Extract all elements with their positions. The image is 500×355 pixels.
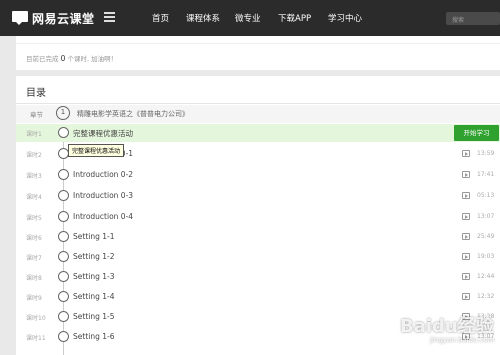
lesson-row[interactable]: 课时1 完整课程优惠活动 开始学习 [16,124,500,142]
chapter-label: 章节 [30,111,43,119]
lesson-row[interactable]: 课时7 Setting 1-2 19:03 [16,248,500,266]
chapter-number-badge: 1 [56,106,70,120]
lesson-row[interactable]: 课时6 Setting 1-1 25:49 [16,228,500,246]
lesson-number: 课时5 [26,215,42,222]
nav-course-system[interactable]: 课程体系 [186,12,220,24]
lesson-row[interactable]: 课时8 Setting 1-3 12:44 [16,268,500,286]
lesson-number: 课时4 [26,194,42,201]
search-input[interactable]: 搜索 [446,12,500,25]
progress-panel: 目前已完成 0 个课时, 加油啊！ [16,36,500,70]
lesson-status-circle-icon [58,231,69,242]
lesson-duration: 19:03 [477,253,495,260]
progress-text: 目前已完成 0 个课时, 加油啊！ [26,53,117,63]
progress-prefix: 目前已完成 [26,55,59,63]
watermark-url: jingyan.baidu.com [430,336,495,344]
directory-divider [16,103,500,104]
video-icon [462,192,470,199]
lesson-duration: 13:59 [477,150,495,157]
lesson-status-circle-icon [58,211,69,222]
lesson-number: 课时7 [26,255,42,262]
lesson-status-circle-icon [58,251,69,262]
lesson-number: 课时6 [26,235,42,242]
top-nav-bar: 网易云课堂 首页 课程体系 微专业 下载APP 学习中心 搜索 [0,0,500,36]
lesson-title[interactable]: Setting 1-1 [73,232,115,241]
nav-micro-major[interactable]: 微专业 [235,12,261,24]
lesson-title[interactable]: Setting 1-6 [73,332,115,341]
lesson-status-circle-icon [58,311,69,322]
lesson-title[interactable]: Introduction 0-4 [73,212,133,221]
start-learning-button[interactable]: 开始学习 [454,125,499,141]
watermark-logo: Baidu经验 [400,316,494,337]
lesson-status-circle-icon [58,271,69,282]
video-icon [462,233,470,240]
nav-learning-center[interactable]: 学习中心 [328,12,362,24]
lesson-row[interactable]: 课时3 Introduction 0-2 17:41 [16,166,500,184]
menu-icon[interactable] [104,12,115,22]
lesson-status-circle-icon [58,169,69,180]
lesson-status-circle-icon [58,190,69,201]
lesson-status-circle-icon [58,331,69,342]
baidu-watermark: Baidu经验 jingyan.baidu.com [400,312,496,352]
logo[interactable]: 网易云课堂 [12,9,95,27]
lesson-number: 课时3 [26,173,42,180]
lesson-title[interactable]: Setting 1-4 [73,292,115,301]
lesson-status-circle-icon [58,291,69,302]
nav-home[interactable]: 首页 [152,12,169,24]
directory-title: 目录 [26,88,46,99]
lesson-number: 课时11 [26,335,46,342]
panel-divider [16,36,500,44]
lesson-number: 课时9 [26,295,42,302]
lesson-title[interactable]: Setting 1-5 [73,312,115,321]
lesson-title[interactable]: Introduction 0-3 [73,191,133,200]
progress-suffix: 个课时, 加油啊！ [67,55,118,63]
video-icon [462,171,470,178]
lesson-duration: 13:07 [477,213,495,220]
tooltip: 完整课程优惠活动 [68,144,125,157]
lesson-status-circle-icon [58,127,69,138]
nav-download-app[interactable]: 下载APP [278,12,311,24]
progress-count: 0 [60,54,66,63]
video-icon [462,293,470,300]
logo-icon [12,11,28,25]
lesson-duration: 25:49 [477,233,495,240]
lesson-duration: 05:13 [477,192,495,199]
lesson-number: 课时1 [26,131,42,138]
video-icon [462,150,470,157]
lesson-row[interactable]: 课时4 Introduction 0-3 05:13 [16,187,500,205]
lesson-title[interactable]: Introduction 0-2 [73,170,133,179]
logo-text: 网易云课堂 [32,11,95,26]
lesson-number: 课时2 [26,152,42,159]
lesson-duration: 12:44 [477,273,495,280]
lesson-row[interactable]: 课时9 Setting 1-4 12:32 [16,288,500,306]
video-icon [462,273,470,280]
lesson-title[interactable]: Setting 1-3 [73,272,115,281]
lesson-title[interactable]: 完整课程优惠活动 [73,128,133,139]
chapter-row[interactable]: 章节 1 精雕电影学英语之《普普电力公司》 [16,105,500,123]
lesson-title[interactable]: Setting 1-2 [73,252,115,261]
lesson-duration: 12:32 [477,293,495,300]
video-icon [462,213,470,220]
video-icon [462,253,470,260]
lesson-number: 课时8 [26,275,42,282]
lesson-number: 课时10 [26,315,46,322]
chapter-title: 精雕电影学英语之《普普电力公司》 [77,110,189,118]
lesson-row[interactable]: 课时5 Introduction 0-4 13:07 [16,208,500,226]
lesson-duration: 17:41 [477,171,495,178]
